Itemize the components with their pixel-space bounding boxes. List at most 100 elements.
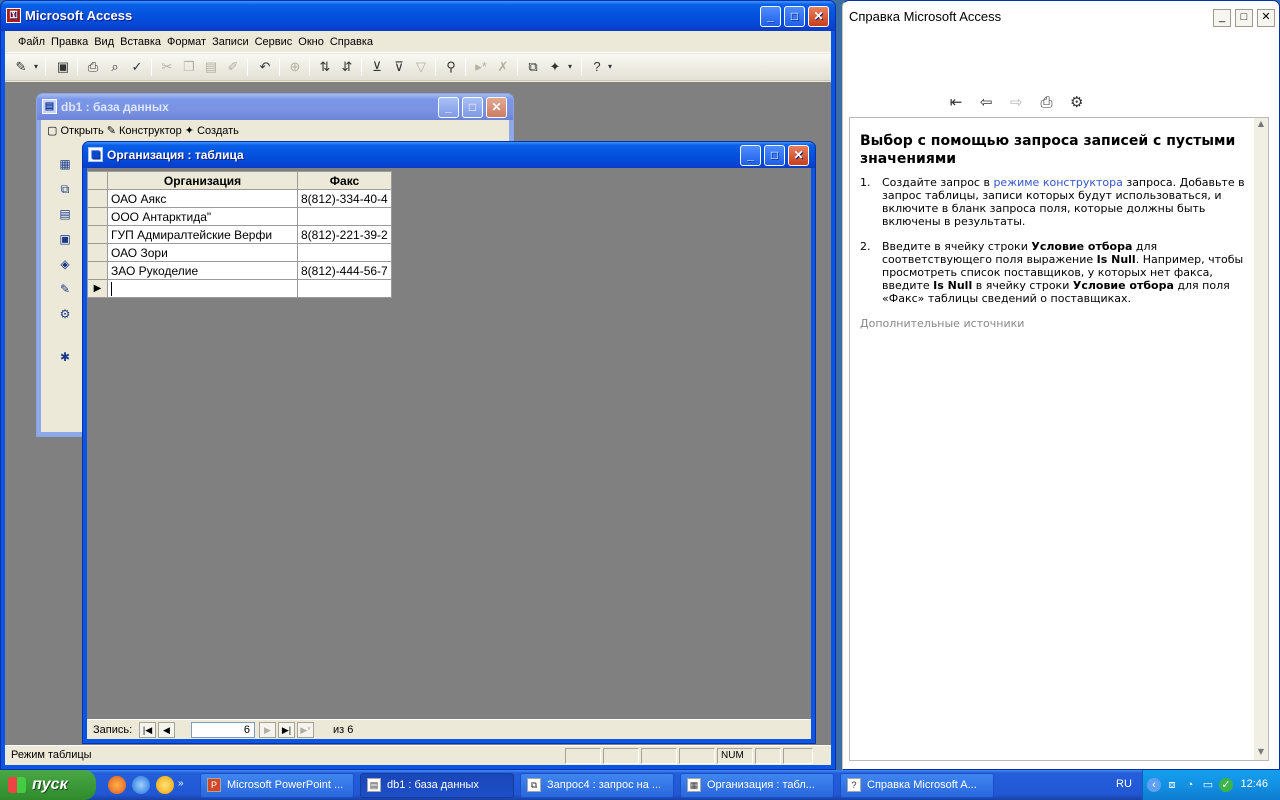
task-help[interactable]: ? Справка Microsoft A...: [840, 773, 994, 798]
options-icon[interactable]: ⚙: [1064, 93, 1090, 111]
cell-organization[interactable]: ОАО Аякс: [107, 189, 298, 208]
print-preview-icon[interactable]: ⌕: [105, 58, 125, 76]
new-record-icon[interactable]: ▸*: [471, 58, 491, 76]
toolbar-options-icon[interactable]: ▾: [605, 58, 615, 76]
back-icon[interactable]: ⇦: [973, 93, 999, 111]
delete-record-icon[interactable]: ✗: [493, 58, 513, 76]
select-all-cell[interactable]: [87, 171, 108, 190]
column-header-fax[interactable]: Факс: [297, 171, 392, 190]
view-icon[interactable]: ✎: [11, 58, 31, 76]
sort-descending-icon[interactable]: ⇵: [337, 58, 357, 76]
copy-icon[interactable]: ❐: [179, 58, 199, 76]
task-powerpoint[interactable]: P Microsoft PowerPoint ...: [200, 773, 354, 798]
column-header-organization[interactable]: Организация: [107, 171, 298, 190]
security-icon[interactable]: ✓: [1219, 778, 1233, 792]
scroll-down-icon[interactable]: ▼: [1255, 747, 1267, 759]
open-button[interactable]: Открыть: [60, 125, 103, 137]
cell-organization[interactable]: ЗАО Рукоделие: [107, 261, 298, 280]
help-scrollbar[interactable]: ▲ ▼: [1254, 118, 1268, 760]
minimize-button[interactable]: _: [760, 6, 781, 27]
cell-organization[interactable]: ГУП Адмиралтейские Верфи: [107, 225, 298, 244]
menu-help[interactable]: Справка: [327, 31, 376, 53]
help-icon[interactable]: ?: [587, 58, 607, 76]
new-object-dropdown-icon[interactable]: ▾: [565, 58, 575, 76]
task-db1[interactable]: ▤ db1 : база данных: [360, 773, 514, 798]
access-titlebar[interactable]: ⚿ Microsoft Access _ □ ✕: [1, 1, 835, 31]
menu-window[interactable]: Окно: [295, 31, 327, 53]
menu-insert[interactable]: Вставка: [117, 31, 164, 53]
new-record-nav-icon[interactable]: ▶*: [297, 722, 314, 738]
spelling-icon[interactable]: ✓: [127, 58, 147, 76]
find-icon[interactable]: ⚲: [441, 58, 461, 76]
menu-file[interactable]: Файл: [15, 31, 48, 53]
print-icon[interactable]: ⎙: [1034, 94, 1060, 111]
more-sources-link[interactable]: Дополнительные источники: [860, 317, 1258, 330]
language-indicator[interactable]: RU: [1116, 778, 1132, 790]
groups-icon[interactable]: ✱: [47, 345, 83, 370]
next-record-icon[interactable]: ▶: [259, 722, 276, 738]
minimize-button[interactable]: _: [438, 97, 459, 118]
save-icon[interactable]: ▣: [53, 58, 73, 76]
sort-ascending-icon[interactable]: ⇅: [315, 58, 335, 76]
reports-icon[interactable]: ▣: [47, 227, 83, 252]
maximize-button[interactable]: □: [462, 97, 483, 118]
cell-organization[interactable]: ООО Антарктида": [107, 207, 298, 226]
scroll-up-icon[interactable]: ▲: [1255, 119, 1267, 131]
cell-organization[interactable]: ОАО Зори: [107, 243, 298, 262]
design-button[interactable]: Конструктор: [119, 125, 182, 137]
menu-format[interactable]: Формат: [164, 31, 209, 53]
show-contents-icon[interactable]: ⇤: [943, 93, 969, 111]
forward-icon[interactable]: ⇨: [1003, 93, 1029, 111]
db1-titlebar[interactable]: ▤ db1 : база данных _ □ ✕: [37, 94, 513, 120]
close-button[interactable]: ✕: [486, 97, 507, 118]
close-button[interactable]: ✕: [1257, 9, 1275, 27]
macros-icon[interactable]: ✎: [47, 277, 83, 302]
format-painter-icon[interactable]: ✐: [223, 58, 243, 76]
forms-icon[interactable]: ▤: [47, 202, 83, 227]
maximize-button[interactable]: □: [1235, 9, 1253, 27]
firefox-icon[interactable]: [108, 776, 126, 794]
minimize-button[interactable]: _: [1213, 9, 1231, 27]
help-titlebar[interactable]: Справка Microsoft Access _ □ ✕: [843, 1, 1279, 33]
internet-explorer-icon[interactable]: [132, 776, 150, 794]
media-player-icon[interactable]: [156, 776, 174, 794]
table-titlebar[interactable]: ▦ Организация : таблица _ □ ✕: [83, 142, 815, 168]
close-button[interactable]: ✕: [808, 6, 829, 27]
tables-icon[interactable]: ▦: [47, 152, 83, 177]
row-selector[interactable]: [87, 261, 108, 280]
view-dropdown-icon[interactable]: ▾: [31, 58, 41, 76]
cell-fax[interactable]: 8(812)-334-40-4: [297, 189, 392, 208]
filter-by-selection-icon[interactable]: ⊻: [367, 58, 387, 76]
row-selector[interactable]: [87, 225, 108, 244]
undo-icon[interactable]: ↶: [255, 58, 275, 76]
first-record-icon[interactable]: |◀: [139, 722, 156, 738]
design-view-link[interactable]: режиме конструктора: [993, 176, 1122, 189]
current-record-icon[interactable]: ▶: [87, 279, 108, 298]
menu-records[interactable]: Записи: [209, 31, 252, 53]
display-icon[interactable]: ▭: [1201, 778, 1215, 792]
row-selector[interactable]: [87, 189, 108, 208]
access-app-icon[interactable]: ⚿: [6, 8, 21, 23]
cell-fax[interactable]: [297, 243, 392, 262]
clock[interactable]: 12:46: [1240, 778, 1268, 790]
paste-icon[interactable]: ▤: [201, 58, 221, 76]
menu-view[interactable]: Вид: [91, 31, 117, 53]
menu-tools[interactable]: Сервис: [252, 31, 296, 53]
task-query4[interactable]: ⧉ Запрос4 : запрос на ...: [520, 773, 674, 798]
start-button[interactable]: пуск: [0, 770, 96, 800]
print-icon[interactable]: ⎙: [83, 58, 103, 76]
apply-filter-icon[interactable]: ▽: [411, 58, 431, 76]
maximize-button[interactable]: □: [784, 6, 805, 27]
pages-icon[interactable]: ◈: [47, 252, 83, 277]
maximize-button[interactable]: □: [764, 145, 785, 166]
close-button[interactable]: ✕: [788, 145, 809, 166]
cell-fax[interactable]: 8(812)-444-56-7: [297, 261, 392, 280]
hyperlink-icon[interactable]: ⊕: [285, 58, 305, 76]
row-selector[interactable]: [87, 207, 108, 226]
show-hidden-icons-icon[interactable]: ‹: [1147, 778, 1161, 792]
previous-record-icon[interactable]: ◀: [158, 722, 175, 738]
menu-edit[interactable]: Правка: [48, 31, 91, 53]
last-record-icon[interactable]: ▶|: [278, 722, 295, 738]
filter-by-form-icon[interactable]: ⊽: [389, 58, 409, 76]
new-object-icon[interactable]: ✦: [545, 58, 565, 76]
